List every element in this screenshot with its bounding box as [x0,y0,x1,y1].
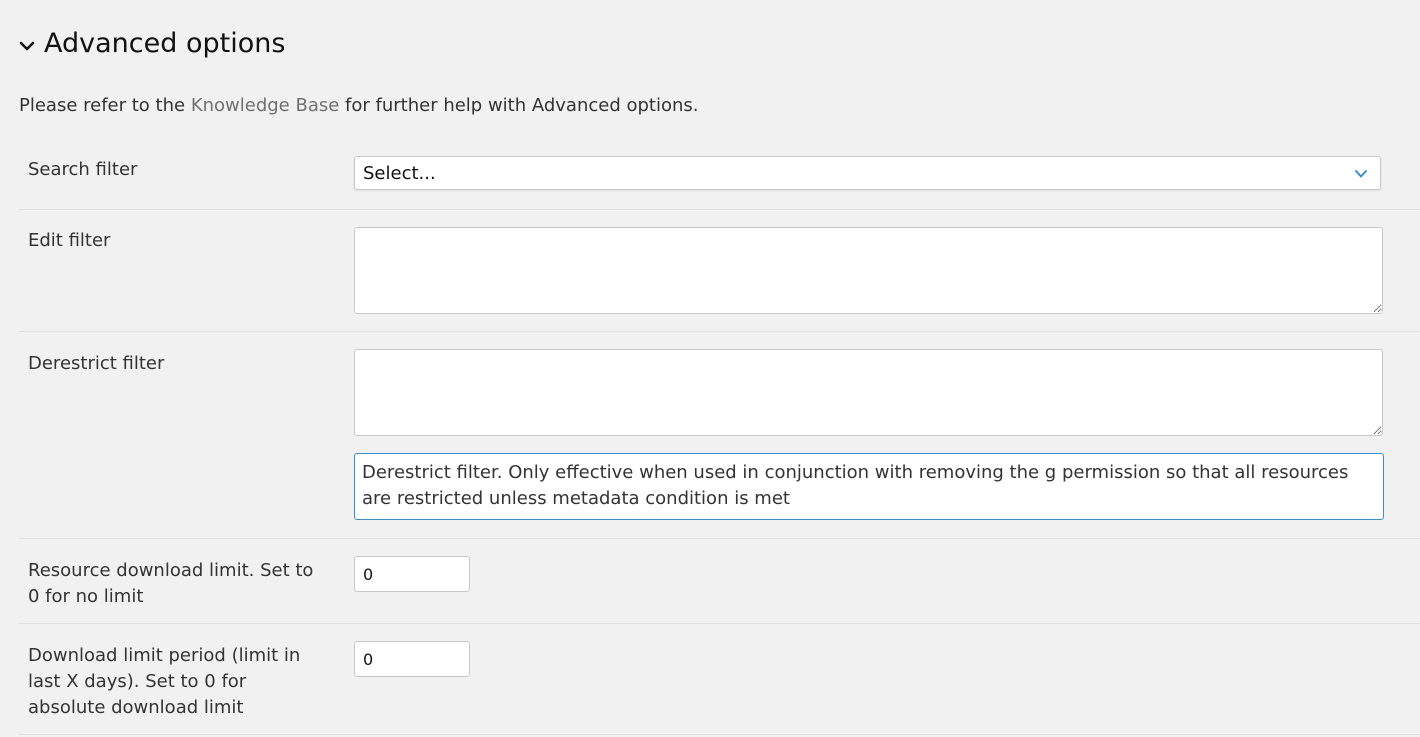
chevron-down-icon [19,41,35,50]
help-text: Please refer to the Knowledge Base for f… [19,95,699,116]
advanced-options-toggle[interactable]: Advanced options [18,28,285,59]
search-filter-select[interactable]: Select... [354,156,1381,190]
chevron-down-icon [1355,170,1367,178]
derestrict-filter-help: Derestrict filter. Only effective when u… [354,453,1384,520]
download-limit-input[interactable] [354,556,470,592]
search-filter-row: Search filter Select... [19,140,1420,210]
search-filter-value: Select... [363,163,436,184]
derestrict-filter-label: Derestrict filter [28,353,165,374]
edit-filter-textarea[interactable] [354,227,1383,314]
download-period-input[interactable] [354,641,470,677]
search-filter-label: Search filter [28,159,138,180]
derestrict-filter-row: Derestrict filter Derestrict filter. Onl… [19,332,1420,539]
edit-filter-label: Edit filter [28,230,111,251]
knowledge-base-link[interactable]: Knowledge Base [191,95,340,116]
section-title: Advanced options [44,28,286,59]
download-period-label: Download limit period (limit in last X d… [28,645,301,718]
edit-filter-row: Edit filter [19,210,1420,332]
derestrict-filter-textarea[interactable] [354,349,1383,436]
download-period-row: Download limit period (limit in last X d… [19,624,1420,735]
download-limit-label: Resource download limit. Set to 0 for no… [28,560,314,607]
download-limit-row: Resource download limit. Set to 0 for no… [19,539,1420,624]
